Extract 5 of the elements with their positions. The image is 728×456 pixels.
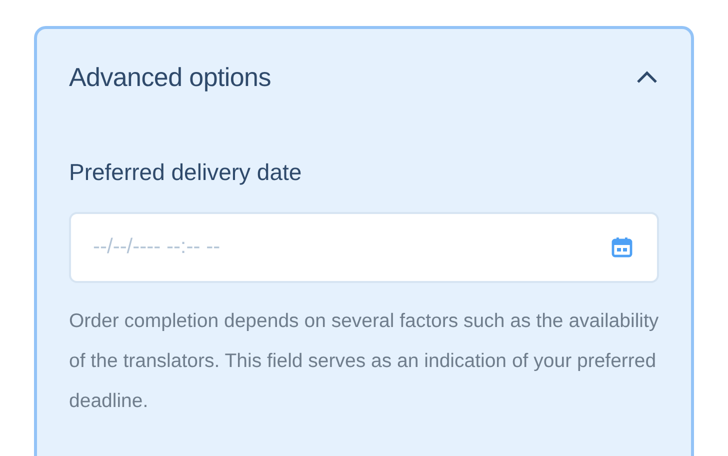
panel-title: Advanced options [69, 60, 271, 94]
field-label: Preferred delivery date [69, 158, 303, 187]
help-text: Order completion depends on several factors such as the availability of the translators. This field serves as an indication of your preferred deadline. [69, 308, 659, 414]
date-field[interactable]: --/--/---- --:-- -- [69, 212, 659, 282]
calendar-icon[interactable] [611, 236, 633, 258]
